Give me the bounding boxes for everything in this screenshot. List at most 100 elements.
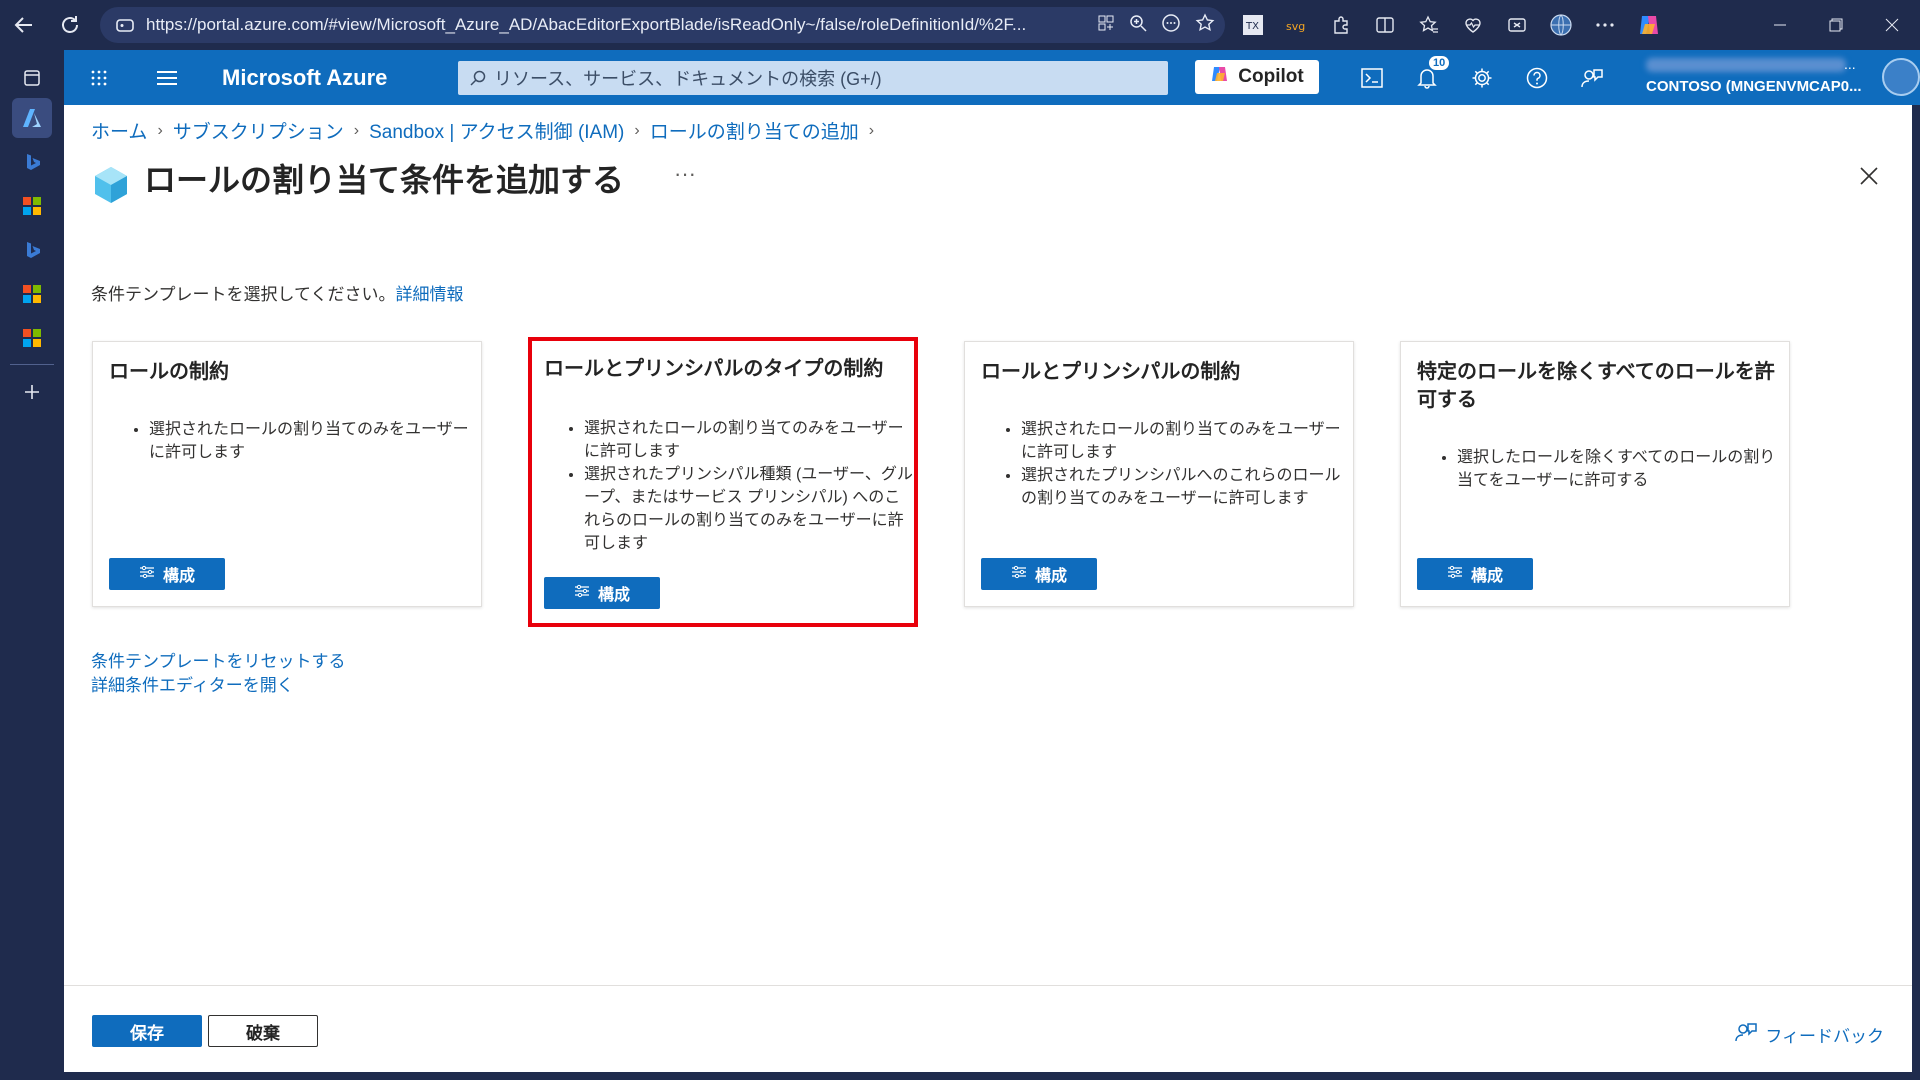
copilot-button[interactable]: Copilot [1195,60,1319,94]
copilot-icon [1210,64,1230,90]
settings-gear-icon[interactable] [1454,50,1509,105]
tab-microsoft-icon[interactable] [12,186,52,226]
content-panel: ホーム › サブスクリプション › Sandbox | アクセス制御 (IAM)… [64,105,1912,1072]
advanced-editor-link[interactable]: 詳細条件エディターを開く [91,674,346,698]
site-info-icon[interactable] [114,14,136,36]
copilot-edge-icon[interactable] [1636,12,1662,38]
svg-extension-icon[interactable]: svg [1284,12,1310,38]
restore-icon[interactable] [1808,0,1864,50]
card-bullet: 選択したロールを除くすべてのロールの割り当てをユーザーに許可する [1457,446,1787,492]
account-directory: CONTOSO (MNGENVMCAP0... [1646,78,1862,95]
highlight-box [528,337,918,627]
breadcrumb-subscriptions[interactable]: サブスクリプション [173,117,344,144]
svg-text:TX: TX [1245,21,1259,32]
tab-microsoft-icon-2[interactable] [12,274,52,314]
portal-menu-icon[interactable] [142,50,192,105]
card-bullets: 選択されたロールの割り当てのみをユーザーに許可します 選択されたプリンシパルへの… [1003,418,1351,510]
cloud-shell-icon[interactable] [1344,50,1399,105]
more-icon[interactable] [1592,12,1618,38]
footer-divider [64,985,1912,986]
browser-health-icon[interactable] [1460,12,1486,38]
breadcrumb-home[interactable]: ホーム [91,117,147,144]
close-window-icon[interactable] [1864,0,1920,50]
configure-button[interactable]: 構成 [1417,558,1533,590]
address-bar[interactable]: https://portal.azure.com/#view/Microsoft… [100,7,1225,43]
learn-more-link[interactable]: 詳細情報 [395,285,463,304]
search-icon [470,70,486,86]
extensions-puzzle-icon[interactable] [1328,12,1354,38]
browser-toolbar: https://portal.azure.com/#view/Microsoft… [0,0,1920,50]
chevron-right-icon: › [353,121,360,139]
svg-text:svg: svg [1286,20,1305,33]
configure-button[interactable]: 構成 [109,558,225,590]
tab-bing-icon[interactable] [12,142,52,182]
card-title: 特定のロールを除くすべてのロールを許可する [1417,361,1775,411]
chevron-right-icon: › [157,121,163,139]
card-bullets: 選択したロールを除くすべてのロールの割り当てをユーザーに許可する [1439,446,1787,492]
tx-extension-icon[interactable]: TX [1240,12,1266,38]
profile-globe-icon[interactable] [1548,12,1574,38]
breadcrumb-sandbox-iam[interactable]: Sandbox | アクセス制御 (IAM) [369,117,624,144]
feedback-link[interactable]: フィードバック [1735,1021,1884,1048]
chevron-right-icon: › [634,121,640,139]
help-icon[interactable] [1509,50,1564,105]
azure-top-bar: Microsoft Azure リソース、サービス、ドキュメントの検索 (G+/… [64,50,1920,105]
global-search-input[interactable]: リソース、サービス、ドキュメントの検索 (G+/) [458,61,1168,95]
feedback-person-icon [1735,1021,1758,1048]
feedback-label: フィードバック [1765,1027,1884,1046]
save-button[interactable]: 保存 [92,1015,202,1047]
url-text[interactable]: https://portal.azure.com/#view/Microsoft… [146,15,1086,35]
instruction-label: 条件テンプレートを選択してください。 [91,285,396,304]
account-menu[interactable]: ... CONTOSO (MNGENVMCAP0... [1640,56,1870,100]
card-bullet: 選択されたロールの割り当てのみをユーザーに許可します [1021,418,1351,464]
card-bullets: 選択されたロールの割り当てのみをユーザーに許可します [131,418,479,464]
split-screen-icon[interactable] [1372,12,1398,38]
tab-azure-icon[interactable] [12,98,52,138]
azure-brand[interactable]: Microsoft Azure [222,50,387,105]
card-title: ロールの制約 [109,361,229,383]
screenshot-icon[interactable] [1504,12,1530,38]
more-options-icon[interactable]: ··· [674,161,696,187]
template-card-allow-all-except: 特定のロールを除くすべてのロールを許可する 選択したロールを除くすべてのロールの… [1400,341,1790,607]
configure-button[interactable]: 構成 [981,558,1097,590]
zoom-icon[interactable] [1129,14,1147,37]
app-available-icon[interactable] [1097,14,1115,37]
feedback-person-icon[interactable] [1564,50,1619,105]
notification-count-badge: 10 [1429,56,1450,70]
sliders-icon [139,565,155,584]
configure-label: 構成 [1034,568,1067,585]
back-arrow-icon[interactable] [10,11,38,39]
copilot-label: Copilot [1238,66,1304,87]
template-links: 条件テンプレートをリセットする 詳細条件エディターを開く [91,650,346,698]
tab-microsoft-icon-3[interactable] [12,318,52,358]
reset-template-link[interactable]: 条件テンプレートをリセットする [91,650,346,674]
chevron-right-icon: › [868,121,875,139]
minimize-icon[interactable] [1752,0,1808,50]
configure-label: 構成 [162,568,195,585]
favorite-star-icon[interactable] [1195,12,1215,38]
cube-icon [92,165,132,205]
discard-button[interactable]: 破棄 [208,1015,318,1047]
tab-actions-icon[interactable] [12,58,52,98]
configure-label: 構成 [1470,568,1503,585]
favorites-icon[interactable] [1416,12,1442,38]
card-bullet: 選択されたロールの割り当てのみをユーザーに許可します [149,418,479,464]
vertical-tab-rail [0,50,64,1080]
rail-divider [10,364,54,365]
page-title: ロールの割り当て条件を追加する [144,162,625,198]
breadcrumb-add-role-assignment[interactable]: ロールの割り当ての追加 [650,117,859,144]
new-tab-plus-icon[interactable] [12,372,52,412]
template-card-role-constraint: ロールの制約 選択されたロールの割り当てのみをユーザーに許可します 構成 [92,341,482,607]
breadcrumb: ホーム › サブスクリプション › Sandbox | アクセス制御 (IAM)… [91,117,884,144]
avatar[interactable] [1882,58,1920,96]
search-placeholder: リソース、サービス、ドキュメントの検索 (G+/) [494,69,882,89]
close-icon[interactable] [1854,161,1884,191]
account-more: ... [1844,56,1856,72]
notifications-bell-icon[interactable]: 10 [1399,50,1454,105]
tab-bing-icon-2[interactable] [12,230,52,270]
app-launcher-icon[interactable] [74,50,124,105]
card-title: ロールとプリンシパルの制約 [981,361,1241,383]
refresh-icon[interactable] [56,11,84,39]
reading-mode-icon[interactable] [1161,13,1181,38]
card-bullet: 選択されたプリンシパルへのこれらのロールの割り当てのみをユーザーに許可します [1021,464,1351,510]
